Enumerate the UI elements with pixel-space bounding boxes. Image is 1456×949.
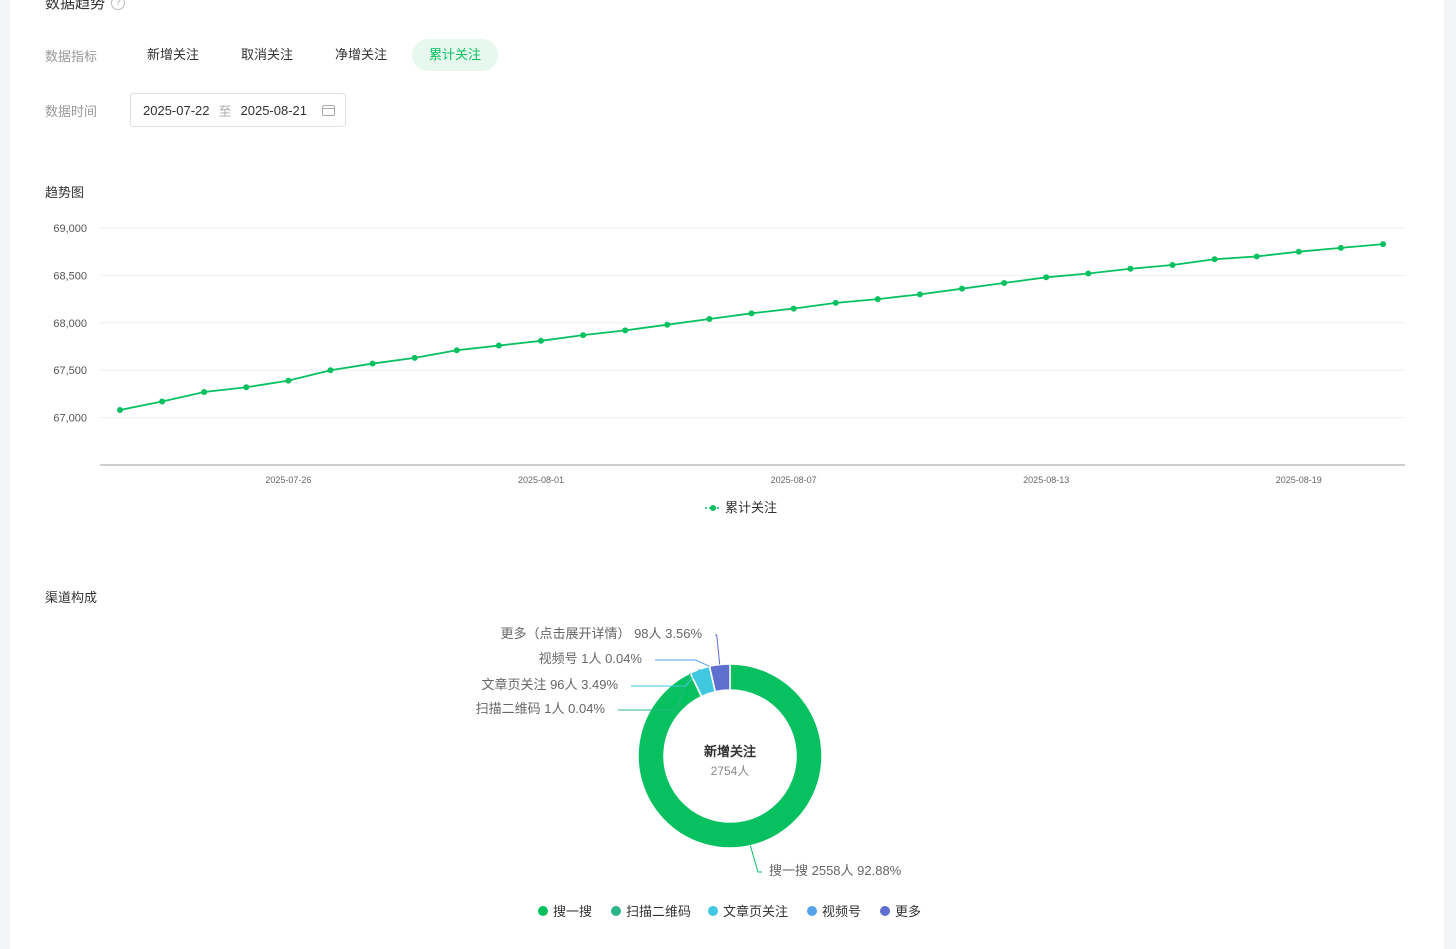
metric-filter-row: 数据指标 新增关注 取消关注 净增关注 累计关注 (45, 39, 499, 71)
section-title: 数据趋势 ? (45, 0, 126, 13)
y-tick-label: 68,500 (53, 270, 87, 282)
legend-label[interactable]: 视频号 (822, 904, 861, 919)
legend-marker (710, 505, 716, 511)
center-title: 新增关注 (704, 744, 756, 759)
data-point[interactable] (1295, 248, 1302, 255)
slice-label[interactable]: 文章页关注 96人 3.49% (481, 677, 618, 692)
data-point[interactable] (622, 327, 629, 334)
help-icon[interactable]: ? (111, 0, 126, 10)
y-tick-label: 67,000 (53, 413, 87, 425)
legend-marker (538, 906, 548, 916)
data-point[interactable] (959, 285, 965, 292)
legend-label[interactable]: 搜一搜 (553, 904, 592, 919)
data-point[interactable] (327, 367, 334, 374)
calendar-icon[interactable] (322, 104, 336, 116)
data-point[interactable] (495, 342, 502, 349)
slice-label[interactable]: 搜一搜 2558人 92.88% (769, 863, 902, 878)
slice-leader-line (715, 634, 721, 665)
y-tick-label: 67,500 (53, 365, 87, 377)
data-point[interactable] (1127, 265, 1134, 272)
data-point[interactable] (1380, 241, 1386, 248)
date-range-picker[interactable]: 2025-07-22 至 2025-08-21 (130, 93, 347, 127)
data-point[interactable] (1001, 279, 1008, 286)
data-point[interactable] (832, 299, 839, 306)
slice-leader-line (655, 659, 710, 667)
data-point[interactable] (916, 291, 923, 298)
section-title-text: 数据趋势 (45, 0, 106, 12)
slice-label[interactable]: 扫描二维码 1人 0.04% (476, 701, 606, 716)
center-value: 2754人 (711, 764, 750, 778)
y-tick-label: 68,000 (53, 318, 87, 330)
end-date[interactable]: 2025-08-21 (241, 103, 308, 118)
metric-label: 数据指标 (45, 48, 98, 64)
data-point[interactable] (1169, 261, 1176, 268)
data-point[interactable] (117, 407, 123, 414)
y-tick-label: 69,000 (53, 223, 87, 235)
channel-donut-chart: 新增关注 2754人搜一搜 2558人 92.88% 扫描二维码 1人 0.04% 文… (476, 626, 921, 919)
slice-leader-line (749, 845, 762, 873)
series-line (119, 243, 1384, 411)
slice-label[interactable]: 更多（点击展开详情） 98人 3.56% (500, 626, 702, 641)
legend-label[interactable]: 扫描二维码 (626, 904, 691, 919)
legend-label[interactable]: 文章页关注 (723, 904, 788, 919)
data-point[interactable] (706, 316, 713, 323)
data-point[interactable] (159, 398, 166, 405)
legend-marker (807, 906, 817, 916)
trend-line-chart: 67,000 67,500 68,000 68,500 69,000 2025-07-26… (53, 223, 1405, 515)
x-tick-label: 2025-08-19 (1276, 475, 1322, 485)
data-point[interactable] (1043, 274, 1050, 281)
data-point[interactable] (664, 321, 671, 328)
time-filter-row: 数据时间 2025-07-22 至 2025-08-21 (45, 93, 347, 127)
data-point[interactable] (1337, 244, 1344, 251)
metric-tabs: 新增关注 取消关注 净增关注 累计关注 (130, 39, 499, 71)
legend-marker (611, 906, 621, 916)
metric-tab-1[interactable]: 取消关注 (224, 39, 310, 71)
data-point[interactable] (285, 377, 292, 384)
data-point[interactable] (874, 296, 881, 303)
data-point[interactable] (1085, 270, 1092, 277)
data-point[interactable] (1211, 256, 1218, 263)
legend-marker (708, 906, 718, 916)
data-point[interactable] (411, 354, 418, 361)
channel-title: 渠道构成 (45, 590, 98, 605)
x-tick-label: 2025-08-01 (518, 475, 564, 485)
data-point[interactable] (243, 384, 250, 391)
x-tick-label: 2025-08-07 (771, 475, 817, 485)
metric-tab-2[interactable]: 净增关注 (318, 39, 404, 71)
data-point[interactable] (369, 360, 376, 367)
data-point[interactable] (201, 389, 208, 396)
slice-label[interactable]: 视频号 1人 0.04% (539, 651, 643, 666)
metric-tab-0[interactable]: 新增关注 (130, 39, 216, 71)
data-point[interactable] (453, 347, 460, 354)
legend-label[interactable]: 累计关注 (725, 500, 777, 515)
legend-marker (880, 906, 890, 916)
start-date[interactable]: 2025-07-22 (143, 103, 210, 118)
x-tick-label: 2025-07-26 (265, 475, 311, 485)
range-separator: 至 (218, 103, 232, 119)
x-tick-label: 2025-08-13 (1023, 475, 1069, 485)
data-point[interactable] (790, 305, 797, 312)
data-point[interactable] (1253, 253, 1260, 260)
trend-title: 趋势图 (45, 185, 85, 200)
data-point[interactable] (538, 337, 544, 344)
legend-label[interactable]: 更多 (895, 904, 921, 919)
time-label: 数据时间 (45, 103, 98, 119)
data-point[interactable] (748, 310, 755, 317)
metric-tab-3[interactable]: 累计关注 (412, 39, 499, 71)
data-trend-card: 数据趋势 ? 数据指标 新增关注 取消关注 净增关注 累计关注 数据时间 2025-0… (10, 0, 1444, 949)
data-point[interactable] (580, 332, 587, 339)
